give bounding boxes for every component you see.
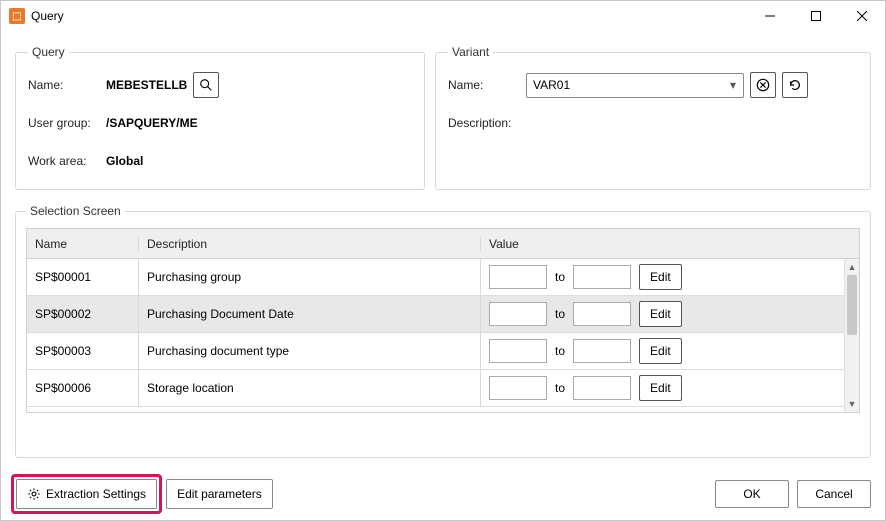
- variant-name-value: VAR01: [533, 78, 570, 92]
- table-row[interactable]: SP$00003Purchasing document type to Edit: [27, 333, 859, 370]
- edit-button[interactable]: Edit: [639, 264, 682, 290]
- gear-icon: [27, 487, 41, 501]
- table-row[interactable]: SP$00006Storage location to Edit: [27, 370, 859, 407]
- ok-button[interactable]: OK: [715, 480, 789, 508]
- close-button[interactable]: [839, 1, 885, 31]
- value-to-input[interactable]: [573, 302, 631, 326]
- edit-button[interactable]: Edit: [639, 338, 682, 364]
- table-header: Name Description Value: [27, 229, 859, 259]
- clear-variant-button[interactable]: [750, 72, 776, 98]
- window: ⬚ Query Query Name: MEBESTELLB: [0, 0, 886, 521]
- extraction-settings-label: Extraction Settings: [46, 487, 146, 501]
- cell-name: SP$00002: [27, 296, 139, 332]
- header-description: Description: [139, 237, 481, 251]
- scrollbar[interactable]: ▲ ▼: [844, 259, 859, 412]
- table-row[interactable]: SP$00002Purchasing Document Date to Edit: [27, 296, 859, 333]
- cancel-button[interactable]: Cancel: [797, 480, 871, 508]
- search-icon: [199, 78, 213, 92]
- search-query-button[interactable]: [193, 72, 219, 98]
- extraction-settings-button[interactable]: Extraction Settings: [16, 479, 157, 509]
- value-from-input[interactable]: [489, 265, 547, 289]
- selection-legend: Selection Screen: [26, 204, 125, 218]
- refresh-icon: [788, 78, 802, 92]
- to-label: to: [555, 344, 565, 358]
- header-value: Value: [481, 237, 859, 251]
- edit-parameters-button[interactable]: Edit parameters: [166, 479, 273, 509]
- scroll-down-icon[interactable]: ▼: [845, 396, 859, 412]
- cell-name: SP$00003: [27, 333, 139, 369]
- user-group-label: User group:: [28, 116, 106, 130]
- value-to-input[interactable]: [573, 339, 631, 363]
- cell-description: Purchasing document type: [139, 333, 481, 369]
- selection-table: Name Description Value SP$00001Purchasin…: [26, 228, 860, 413]
- footer: Extraction Settings Edit parameters OK C…: [1, 468, 885, 520]
- chevron-down-icon: ▾: [723, 74, 743, 97]
- edit-parameters-label: Edit parameters: [177, 487, 262, 501]
- titlebar: ⬚ Query: [1, 1, 885, 31]
- work-area-value: Global: [106, 154, 143, 168]
- work-area-label: Work area:: [28, 154, 106, 168]
- query-name-label: Name:: [28, 78, 106, 92]
- value-from-input[interactable]: [489, 302, 547, 326]
- app-icon: ⬚: [9, 8, 25, 24]
- value-to-input[interactable]: [573, 265, 631, 289]
- window-title: Query: [31, 9, 64, 23]
- variant-name-select[interactable]: VAR01 ▾: [526, 73, 744, 98]
- variant-description-label: Description:: [448, 116, 526, 130]
- minimize-button[interactable]: [747, 1, 793, 31]
- selection-screen-group: Selection Screen Name Description Value …: [15, 204, 871, 458]
- header-name: Name: [27, 237, 139, 251]
- cell-description: Purchasing Document Date: [139, 296, 481, 332]
- to-label: to: [555, 270, 565, 284]
- query-legend: Query: [28, 45, 69, 59]
- highlight-box: Extraction Settings: [11, 474, 162, 514]
- value-from-input[interactable]: [489, 339, 547, 363]
- to-label: to: [555, 307, 565, 321]
- variant-name-label: Name:: [448, 78, 526, 92]
- cell-description: Storage location: [139, 370, 481, 406]
- variant-group: Variant Name: VAR01 ▾ Description:: [435, 45, 871, 190]
- query-group: Query Name: MEBESTELLB User group: /SAPQ…: [15, 45, 425, 190]
- cell-name: SP$00001: [27, 259, 139, 295]
- user-group-value: /SAPQUERY/ME: [106, 116, 198, 130]
- edit-button[interactable]: Edit: [639, 375, 682, 401]
- scroll-up-icon[interactable]: ▲: [845, 259, 859, 275]
- cell-description: Purchasing group: [139, 259, 481, 295]
- maximize-button[interactable]: [793, 1, 839, 31]
- table-row[interactable]: SP$00001Purchasing group to Edit: [27, 259, 859, 296]
- value-from-input[interactable]: [489, 376, 547, 400]
- clear-icon: [756, 78, 770, 92]
- cell-name: SP$00006: [27, 370, 139, 406]
- variant-legend: Variant: [448, 45, 493, 59]
- value-to-input[interactable]: [573, 376, 631, 400]
- scroll-thumb[interactable]: [847, 275, 857, 335]
- refresh-variant-button[interactable]: [782, 72, 808, 98]
- edit-button[interactable]: Edit: [639, 301, 682, 327]
- to-label: to: [555, 381, 565, 395]
- query-name-value: MEBESTELLB: [106, 78, 187, 92]
